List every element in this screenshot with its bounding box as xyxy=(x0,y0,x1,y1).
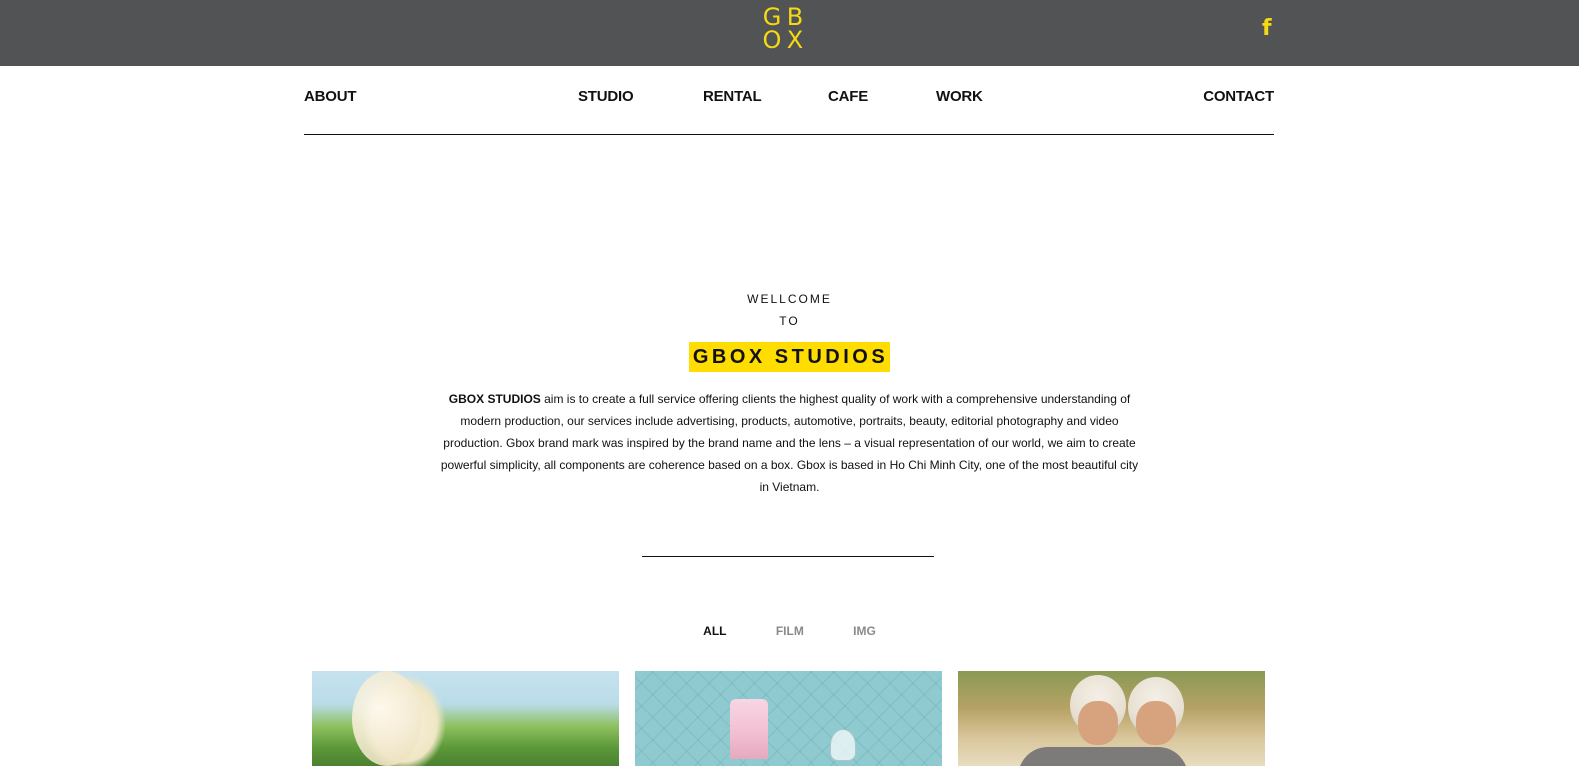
nav-rental[interactable]: RENTAL xyxy=(703,88,762,105)
section-divider xyxy=(642,556,934,557)
facebook-icon[interactable]: f xyxy=(1262,18,1276,40)
face-left xyxy=(1078,701,1118,745)
nav-cafe[interactable]: CAFE xyxy=(828,88,868,105)
nav-studio[interactable]: STUDIO xyxy=(578,88,634,105)
main-nav: ABOUT STUDIO RENTAL CAFE WORK CONTACT xyxy=(304,88,1274,112)
face-right xyxy=(1136,701,1176,745)
welcome-heading: WELLCOME TO xyxy=(0,288,1579,332)
nav-work[interactable]: WORK xyxy=(936,88,983,105)
gbox-logo[interactable]: G B O X xyxy=(761,5,807,54)
filter-film[interactable]: FILM xyxy=(776,624,804,638)
brand-title-wrap: GBOX STUDIOS xyxy=(0,342,1579,372)
gallery-item-helmet-couple-image[interactable] xyxy=(958,671,1265,766)
intro-bold-lead: GBOX STUDIOS xyxy=(448,392,541,406)
gallery-filters: ALL FILM IMG xyxy=(0,624,1579,638)
logo-letter: X xyxy=(786,26,805,54)
filter-all[interactable]: ALL xyxy=(703,624,726,638)
nav-contact[interactable]: CONTACT xyxy=(1203,88,1274,105)
shirt-shape xyxy=(1018,747,1188,766)
nav-about[interactable]: ABOUT xyxy=(304,88,357,105)
top-bar: G B O X f xyxy=(0,0,1579,66)
welcome-line-1: WELLCOME xyxy=(747,292,832,306)
welcome-line-2: TO xyxy=(779,314,800,328)
intro-body: aim is to create a full service offering… xyxy=(440,392,1139,494)
nav-divider xyxy=(304,134,1274,135)
moon-shape xyxy=(352,671,422,766)
jar-shape xyxy=(830,729,856,761)
logo-letter: O xyxy=(762,26,783,54)
brand-title: GBOX STUDIOS xyxy=(688,342,891,372)
cake-shape xyxy=(730,699,768,759)
filter-img[interactable]: IMG xyxy=(853,624,876,638)
gallery-item-moon-fantasy-image[interactable] xyxy=(312,671,619,766)
intro-paragraph: GBOX STUDIOS aim is to create a full ser… xyxy=(436,388,1143,498)
gallery-item-cake-quilted-image[interactable] xyxy=(635,671,942,766)
